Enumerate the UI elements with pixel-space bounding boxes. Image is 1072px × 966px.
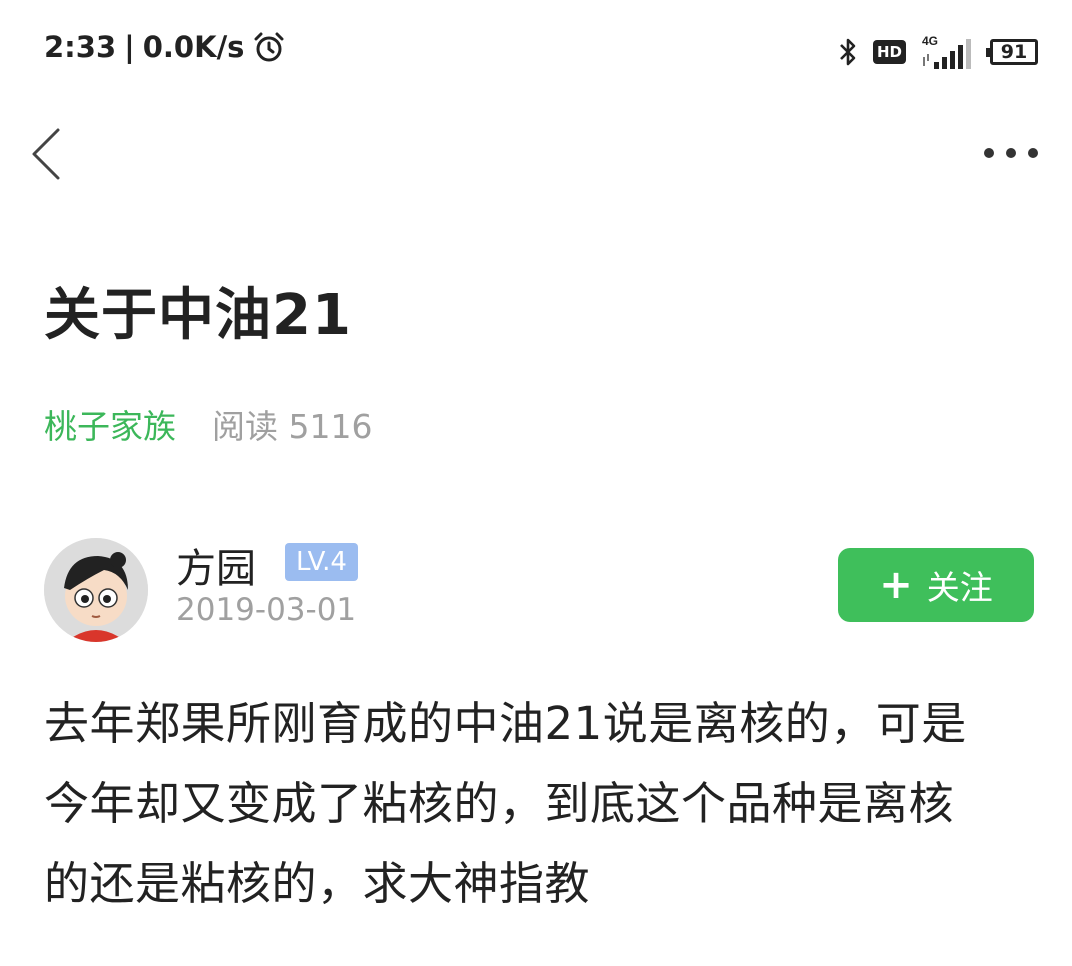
- avatar-illustration: [44, 538, 148, 642]
- content-line: 今年却又变成了粘核的，到底这个品种是离核: [44, 777, 955, 830]
- content-line: 的还是粘核的，求大神指教: [44, 857, 591, 910]
- battery-icon: 91: [986, 39, 1038, 65]
- nav-bar: [0, 110, 1072, 200]
- author-name[interactable]: 方园: [176, 536, 256, 594]
- signal-icon: 4G: [922, 34, 971, 69]
- bluetooth-icon: [840, 38, 856, 66]
- follow-label: 关注: [926, 568, 993, 607]
- content-line: 去年郑果所刚育成的中油21说是离核的，可是: [44, 697, 967, 750]
- alarm-icon: [254, 32, 284, 62]
- status-bar: 2:33 | 0.0K/s HD 4G 91: [0, 0, 1072, 100]
- more-dot-icon: [984, 148, 994, 158]
- more-dot-icon: [1028, 148, 1038, 158]
- back-button[interactable]: [26, 124, 70, 184]
- avatar[interactable]: [44, 538, 148, 642]
- read-count: 阅读 5116: [212, 407, 373, 446]
- hd-icon: HD: [872, 40, 906, 64]
- status-time: 2:33: [44, 30, 117, 64]
- more-button[interactable]: [984, 138, 1038, 168]
- post-content: 去年郑果所刚育成的中油21说是离核的，可是 今年却又变成了粘核的，到底这个品种是…: [44, 684, 1044, 924]
- post-date: 2019-03-01: [176, 592, 357, 628]
- more-dot-icon: [1006, 148, 1016, 158]
- follow-button[interactable]: + 关注: [838, 548, 1034, 622]
- status-left: 2:33 | 0.0K/s: [44, 30, 286, 64]
- status-separator: |: [124, 30, 135, 64]
- post-title: 关于中油21: [44, 283, 352, 348]
- status-net-speed: 0.0K/s: [142, 30, 245, 64]
- plus-icon: +: [879, 562, 913, 608]
- network-type-label: 4G: [922, 34, 938, 48]
- post-meta: 桃子家族 阅读 5116: [44, 400, 372, 448]
- level-badge: LV.4: [285, 543, 358, 581]
- group-link[interactable]: 桃子家族: [44, 400, 176, 448]
- status-right: HD 4G 91: [837, 30, 1038, 74]
- chevron-left-icon: [32, 128, 60, 180]
